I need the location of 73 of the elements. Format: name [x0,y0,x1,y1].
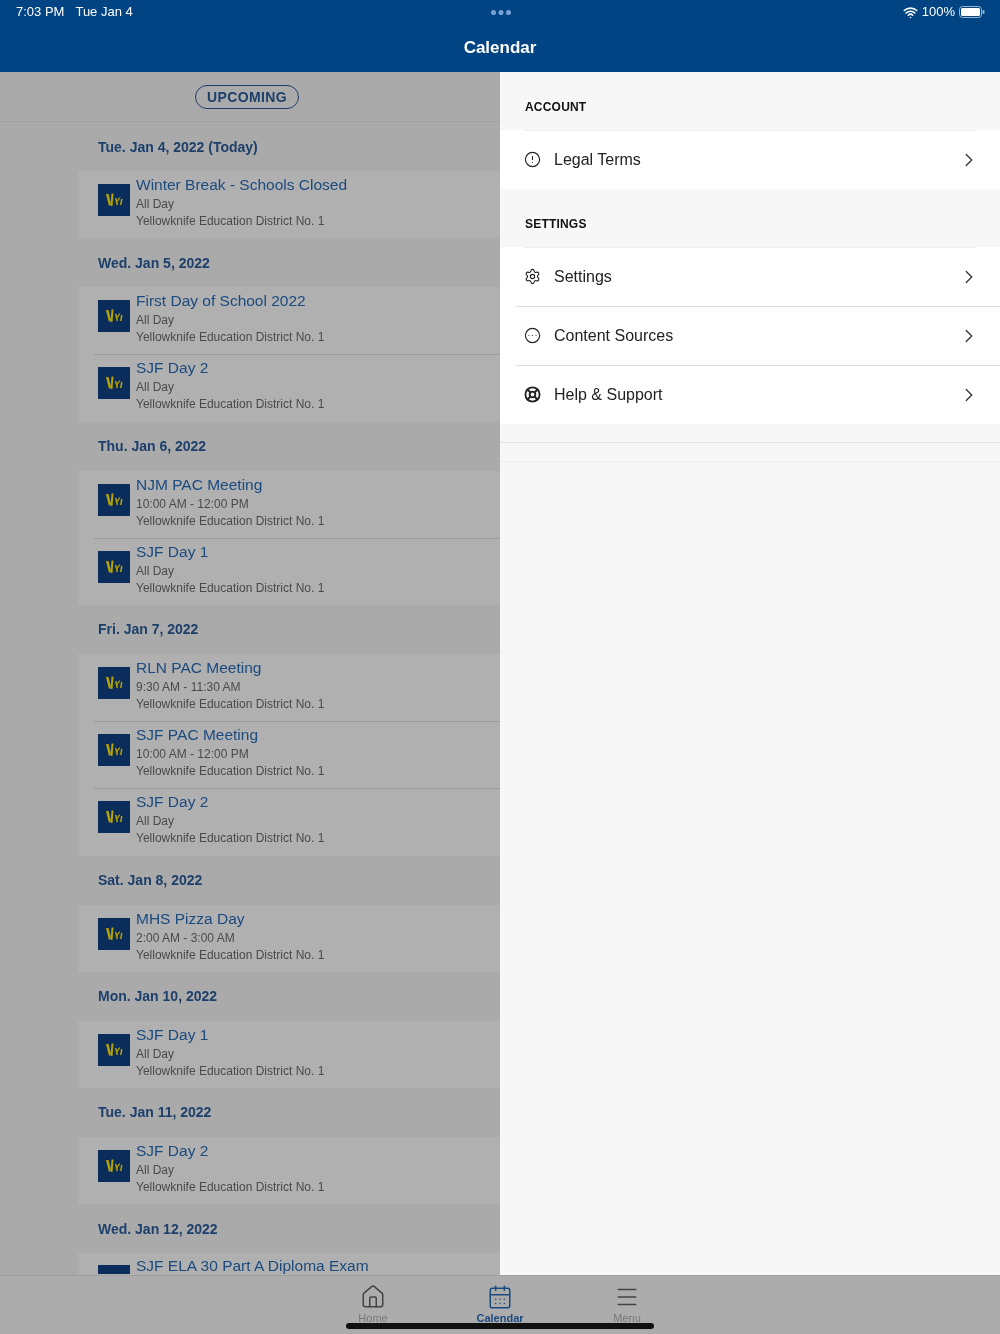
event-title[interactable]: MHS Pizza Day [136,908,325,929]
event-time: All Day [136,1161,175,1179]
event-time: All Day [136,379,175,397]
settings-icon [524,268,541,285]
logo-icon [98,801,130,834]
menu-item[interactable]: Legal Terms [500,130,1000,189]
home-icon [360,1284,386,1310]
logo-icon [98,300,130,333]
date-heading: Sat. Jan 8, 2022 [98,871,203,889]
menu-item[interactable]: Settings [500,247,1000,306]
event-time: 10:00 AM - 12:00 PM [136,495,250,513]
event-source: Yellowknife Education District No. 1 [136,763,325,781]
event-time: All Day [136,312,175,330]
wifi-icon [902,4,918,20]
event-title[interactable]: Winter Break - Schools Closed [136,175,348,195]
event-time: All Day [136,813,175,831]
event-title[interactable]: SJF Day 2 [136,792,325,813]
logo-icon [98,734,130,767]
page-title: Calendar [463,37,537,59]
event-title[interactable]: First Day of School 2022 [136,291,325,312]
event-source: Yellowknife Education District No. 1 [136,396,325,414]
battery-percent: 100% [921,4,955,20]
event-time: All Day [136,196,175,213]
lifebuoy-icon [524,386,541,403]
alert-circle-icon [524,151,541,168]
status-time: 7:03 PM [16,4,65,20]
event-time: 9:30 AM - 11:30 AM [136,678,242,696]
event-source: Yellowknife Education District No. 1 [136,695,325,713]
more-dots-icon[interactable] [490,9,511,15]
event-source: Yellowknife Education District No. 1 [136,1178,325,1196]
date-heading: Wed. Jan 5, 2022 [98,253,210,272]
logo-icon [98,367,130,400]
date-heading: Wed. Jan 12, 2022 [98,1219,218,1238]
date-heading: Tue. Jan 11, 2022 [98,1103,212,1122]
date-heading: Mon. Jan 10, 2022 [98,987,218,1006]
ellipsis-circle-icon [524,327,541,344]
logo-icon [98,184,130,216]
event-title[interactable]: SJF Day 2 [136,358,325,379]
event-source: Yellowknife Education District No. 1 [136,579,325,597]
logo-icon [98,917,130,950]
logo-icon [98,1149,130,1182]
event-time: All Day [136,562,175,580]
event-title[interactable]: RLN PAC Meeting [136,657,325,678]
event-source: Yellowknife Education District No. 1 [136,946,325,964]
event-title[interactable]: SJF ELA 30 Part A Diploma Exam [136,1256,369,1275]
menu-item[interactable]: Help & Support [500,365,1000,424]
logo-icon [98,483,130,516]
tab-button[interactable]: Calendar [436,1276,564,1334]
status-date: Tue Jan 4 [75,4,133,20]
event-title[interactable]: SJF PAC Meeting [136,725,325,746]
logo-icon [98,550,130,583]
date-heading: Tue. Jan 4, 2022 (Today) [98,137,258,156]
section-heading: ACCOUNT [524,99,588,116]
event-title[interactable]: SJF Day 1 [136,541,325,562]
event-time: 10:00 AM - 12:00 PM [136,746,250,764]
date-heading: Thu. Jan 6, 2022 [98,437,207,456]
event-title[interactable]: SJF Day 2 [136,1140,325,1161]
event-source: Yellowknife Education District No. 1 [136,830,325,848]
event-time: 2:00 AM - 3:00 AM [136,929,236,947]
date-heading: Fri. Jan 7, 2022 [98,620,199,639]
logo-icon [98,1033,130,1066]
event-title[interactable]: SJF Day 1 [136,1024,325,1045]
event-time: All Day [136,1045,175,1063]
battery-icon [959,6,985,18]
event-source: Yellowknife Education District No. 1 [136,213,326,230]
event-title[interactable]: NJM PAC Meeting [136,474,325,495]
menu-item[interactable]: Content Sources [500,306,1000,365]
event-source: Yellowknife Education District No. 1 [136,329,325,347]
section-heading: SETTINGS [524,216,588,233]
calendar-icon [487,1284,513,1310]
logo-icon [98,666,130,699]
event-source: Yellowknife Education District No. 1 [136,512,325,530]
event-source: Yellowknife Education District No. 1 [136,1062,325,1080]
